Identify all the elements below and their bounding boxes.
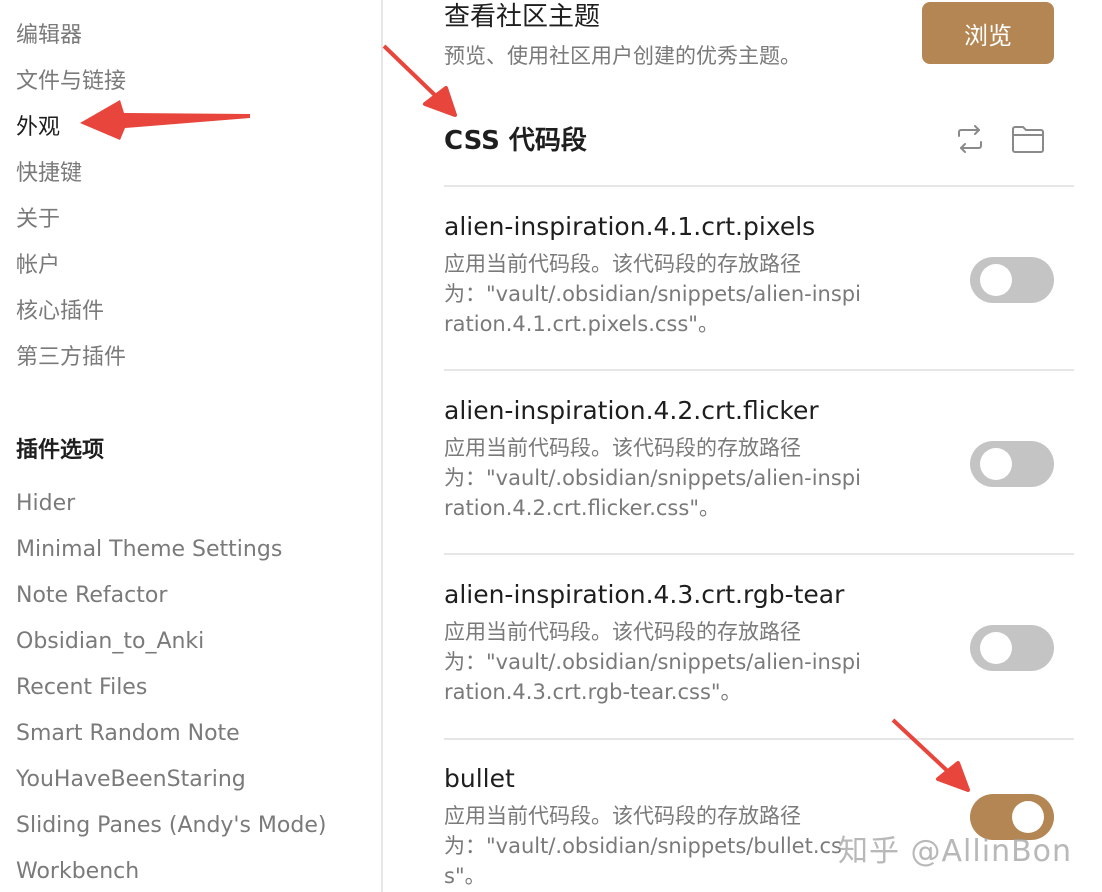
folder-icon[interactable] — [1011, 122, 1045, 156]
plugin-options-list: Hider Minimal Theme Settings Note Refact… — [16, 484, 326, 892]
snippet-toggle[interactable] — [970, 441, 1054, 487]
snippet-name: alien-inspiration.4.3.crt.rgb-tear — [444, 580, 845, 609]
css-snippets-title: CSS 代码段 — [444, 126, 587, 156]
settings-sidebar: 编辑器 文件与链接 外观 快捷键 关于 帐户 核心插件 第三方插件 插件选项 H… — [0, 0, 383, 892]
sidebar-item-core-plugins[interactable]: 核心插件 — [16, 292, 126, 338]
snippet-name: alien-inspiration.4.1.crt.pixels — [444, 212, 816, 241]
watermark: 知乎 @AllinBon — [838, 834, 1073, 869]
plugin-item-recent-files[interactable]: Recent Files — [16, 668, 326, 714]
plugin-options-header: 插件选项 — [16, 438, 105, 463]
divider — [444, 185, 1074, 187]
plugin-item-youhavebeenstaring[interactable]: YouHaveBeenStaring — [16, 760, 326, 806]
divider — [444, 369, 1074, 371]
sidebar-item-account[interactable]: 帐户 — [16, 246, 126, 292]
divider — [444, 738, 1074, 740]
plugin-item-sliding-panes[interactable]: Sliding Panes (Andy's Mode) — [16, 806, 326, 852]
sidebar-item-files-links[interactable]: 文件与链接 — [16, 62, 126, 108]
sidebar-item-community-plugins[interactable]: 第三方插件 — [16, 338, 126, 384]
plugin-item-smart-random-note[interactable]: Smart Random Note — [16, 714, 326, 760]
snippet-name: alien-inspiration.4.2.crt.flicker — [444, 396, 819, 425]
plugin-item-obsidian-to-anki[interactable]: Obsidian_to_Anki — [16, 622, 326, 668]
toggle-knob — [980, 448, 1012, 480]
snippet-description: 应用当前代码段。该代码段的存放路径为："vault/.obsidian/snip… — [444, 620, 861, 704]
snippet-toggle[interactable] — [970, 257, 1054, 303]
sidebar-item-appearance[interactable]: 外观 — [16, 108, 126, 154]
snippet-name: bullet — [444, 764, 515, 793]
browse-themes-title: 查看社区主题 — [444, 2, 601, 32]
snippet-description: 应用当前代码段。该代码段的存放路径为："vault/.obsidian/snip… — [444, 436, 861, 520]
divider — [444, 553, 1074, 555]
snippet-description: 应用当前代码段。该代码段的存放路径为："vault/.obsidian/snip… — [444, 252, 861, 336]
browse-themes-button[interactable]: 浏览 — [922, 2, 1054, 64]
snippet-description: 应用当前代码段。该代码段的存放路径为："vault/.obsidian/snip… — [444, 804, 842, 888]
sidebar-item-about[interactable]: 关于 — [16, 200, 126, 246]
plugin-item-minimal-theme-settings[interactable]: Minimal Theme Settings — [16, 530, 326, 576]
browse-themes-description: 预览、使用社区用户创建的优秀主题。 — [444, 44, 801, 68]
plugin-item-note-refactor[interactable]: Note Refactor — [16, 576, 326, 622]
sidebar-item-hotkeys[interactable]: 快捷键 — [16, 154, 126, 200]
reload-icon[interactable] — [953, 122, 987, 156]
settings-nav: 编辑器 文件与链接 外观 快捷键 关于 帐户 核心插件 第三方插件 — [16, 16, 126, 384]
sidebar-item-editor[interactable]: 编辑器 — [16, 16, 126, 62]
toggle-knob — [980, 264, 1012, 296]
plugin-item-workbench[interactable]: Workbench — [16, 852, 326, 892]
plugin-item-hider[interactable]: Hider — [16, 484, 326, 530]
css-snippets-actions — [953, 122, 1045, 156]
snippet-toggle[interactable] — [970, 625, 1054, 671]
appearance-settings-pane: 查看社区主题 预览、使用社区用户创建的优秀主题。 浏览 CSS 代码段 alie… — [385, 0, 1102, 892]
toggle-knob — [980, 632, 1012, 664]
